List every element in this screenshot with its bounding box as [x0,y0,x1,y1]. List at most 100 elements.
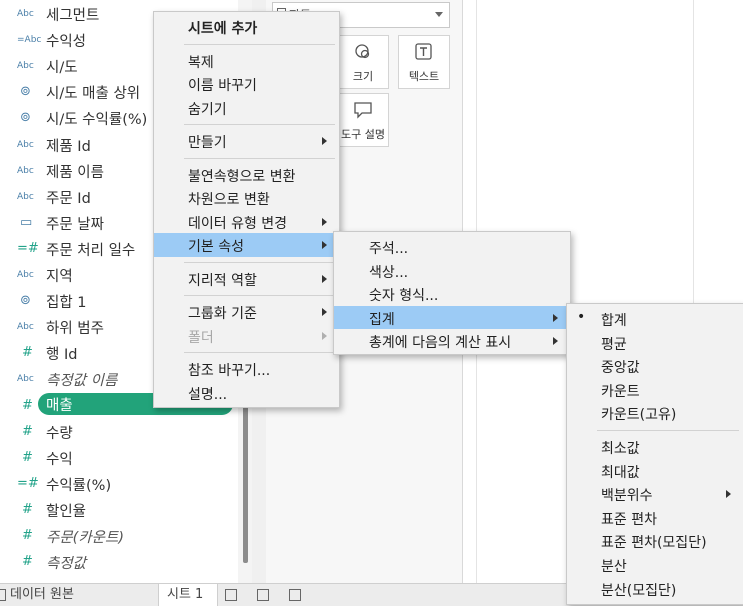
string-abc-icon: =Abc [17,35,42,45]
menu-item-label: 최대값 [601,464,640,481]
string-abc-icon: Abc [17,270,34,280]
field-name: 수익률(%) [46,478,112,494]
marks-text-label: 텍스트 [408,70,440,83]
submenu-arrow-icon [322,137,327,145]
marks-text-button[interactable]: 텍스트 [398,35,450,89]
field-name: 할인율 [46,504,87,520]
field-name: 주문(카운트) [46,530,125,546]
set-icon: ⊚ [20,293,31,308]
set-icon: ⊚ [20,84,31,99]
measure-number-icon: # [22,345,33,360]
menu-item-label: 만들기 [188,135,227,151]
text-icon [415,43,432,60]
submenu-arrow-icon [726,490,731,499]
menu-item[interactable]: 백분위수 [567,482,743,506]
field-item[interactable]: # 수익 [0,445,240,471]
menu-item[interactable]: 설명... [154,381,339,405]
menu-separator [184,261,335,263]
field-name: 측정값 이름 [46,373,118,389]
menu-item-label: 표준 편차 [601,511,657,528]
tab-sheet-1[interactable]: 시트 1 [158,584,218,606]
field-name: 시/도 매출 상위 [46,86,141,102]
set-icon: ⊚ [20,110,31,125]
database-icon [0,589,6,601]
menu-item[interactable]: 총계에 다음의 계산 표시 [334,329,570,353]
new-dashboard-button[interactable] [252,584,274,606]
field-item[interactable]: # 할인율 [0,497,240,523]
menu-item[interactable]: 지리적 역할 [154,267,339,291]
menu-item[interactable]: 집계 [334,305,570,329]
menu-item[interactable]: • 합계 [567,307,743,331]
new-dashboard-icon [257,589,269,601]
menu-item[interactable]: 이름 바꾸기 [154,72,339,96]
field-name: 매출 [46,398,73,414]
new-worksheet-button[interactable] [220,584,242,606]
menu-item[interactable]: 카운트(고유) [567,401,743,425]
menu-item[interactable]: 만들기 [154,129,339,153]
menu-item-label: 이름 바꾸기 [188,78,257,94]
measure-number-icon: =# [17,476,39,491]
new-sheet-icon [225,589,237,601]
menu-item-label: 백분위수 [601,488,653,505]
scrollbar-thumb[interactable] [243,395,248,563]
menu-item[interactable]: 주석... [334,235,570,259]
menu-item-label: 데이터 유형 변경 [188,215,288,232]
field-name: 주문 날짜 [46,217,104,233]
string-abc-icon: Abc [17,374,34,384]
tab-data-source[interactable]: 데이터 원본 [0,584,150,606]
menu-item[interactable]: 참조 바꾸기... [154,357,339,381]
menu-item-label: 분산(모집단) [601,582,677,599]
field-item[interactable]: # 수량 [0,419,240,445]
menu-item-label: 폴더 [188,329,214,346]
menu-item-label: 주석... [369,241,409,257]
string-abc-icon: Abc [17,140,34,150]
menu-item-label: 차원으로 변환 [188,192,270,208]
submenu-arrow-icon [322,308,327,316]
menu-item[interactable]: 분산 [567,553,743,577]
menu-item[interactable]: 차원으로 변환 [154,186,339,210]
menu-item[interactable]: 숨기기 [154,96,339,120]
menu-item-label: 숫자 형식... [369,288,439,304]
marks-tooltip-button[interactable]: 도구 설명 [337,93,389,147]
menu-item[interactable]: 숫자 형식... [334,282,570,306]
menu-item-label: 총계에 다음의 계산 표시 [369,335,512,351]
menu-item[interactable]: 표준 편차(모집단) [567,529,743,553]
menu-item[interactable]: 그룹화 기준 [154,300,339,324]
menu-item-label: 분산 [601,559,627,575]
menu-item[interactable]: 시트에 추가 [154,15,339,39]
new-story-button[interactable] [284,584,306,606]
menu-item-label: 표준 편차(모집단) [601,535,707,552]
menu-item[interactable]: 최소값 [567,435,743,459]
menu-item[interactable]: 표준 편차 [567,506,743,530]
menu-item[interactable]: 중앙값 [567,354,743,378]
menu-item-label: 기본 속성 [188,239,244,255]
submenu-arrow-icon [322,217,327,226]
field-name: 시/도 수익률(%) [46,112,148,128]
menu-item[interactable]: 분산(모집단) [567,577,743,601]
menu-item[interactable]: 최대값 [567,459,743,483]
menu-item-label: 복제 [188,54,214,71]
menu-item[interactable]: 색상... [334,259,570,283]
field-item[interactable]: # 측정값 [0,549,240,575]
menu-item[interactable]: 데이터 유형 변경 [154,210,339,234]
menu-item[interactable]: 평균 [567,331,743,355]
marks-size-button[interactable]: 크기 [337,35,389,89]
menu-item[interactable]: 복제 [154,49,339,73]
menu-item-label: 합계 [601,313,627,329]
field-name: 행 Id [46,347,78,363]
menu-item[interactable]: 기본 속성 [154,233,339,257]
field-item[interactable]: =# 수익률(%) [0,471,240,497]
menu-separator [184,295,335,296]
menu-item[interactable]: 카운트 [567,378,743,402]
field-item[interactable]: # 주문(카운트) [0,523,240,549]
field-name: 시/도 [46,60,78,76]
string-abc-icon: Abc [17,166,34,176]
default-properties-submenu: 주석... 색상... 숫자 형식... 집계총계에 다음의 계산 표시 [333,231,571,355]
new-story-icon [289,589,301,601]
field-name: 수량 [46,426,73,442]
submenu-arrow-icon [553,313,558,322]
menu-item-label: 평균 [601,336,627,353]
menu-item[interactable]: 불연속형으로 변환 [154,163,339,187]
menu-item-label: 집계 [369,311,395,328]
string-abc-icon: Abc [17,322,34,332]
